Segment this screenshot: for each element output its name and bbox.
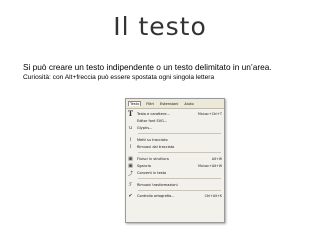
- flow-frame-icon: ▣: [128, 155, 133, 162]
- menubar-item-filtri[interactable]: Filtri: [145, 102, 155, 106]
- path-icon: ⌇: [129, 144, 132, 151]
- spellcheck-icon: ✔: [128, 193, 133, 200]
- menu-item[interactable]: ⤴ Converti in testo: [126, 170, 224, 177]
- menu-item-shortcut: Maiusc+Alt+W: [198, 164, 222, 169]
- menu-item-label: Fluisci in struttura: [137, 156, 169, 161]
- menubar-item-aiuto[interactable]: Aiuto: [183, 102, 194, 106]
- menu-item-shortcut: Maiusc+Ctrl+T: [198, 111, 222, 116]
- blank-icon: [127, 118, 134, 124]
- menu-item[interactable]: ⌇ Rimuovi dal tracciato: [126, 144, 224, 151]
- transform-icon: ℱ: [128, 181, 133, 188]
- menu-item-label: Rimuovi trasformazioni: [137, 182, 178, 187]
- menubar: Testo Filtri Estensioni Aiuto: [126, 99, 224, 109]
- text-menu-dropdown: T Testo e carattere... Maiusc+Ctrl+T Editor…: [126, 109, 224, 200]
- menu-item[interactable]: ✔ Controllo ortografia... Ctrl+Alt+K: [126, 193, 224, 200]
- convert-icon: ⤴: [127, 170, 133, 177]
- path-icon: ⌇: [129, 136, 132, 143]
- menubar-item-testo[interactable]: Testo: [128, 101, 142, 106]
- text-tool-icon: T: [127, 109, 134, 119]
- flow-frame-icon: ▣: [128, 163, 133, 170]
- menu-item-shortcut: Alt+W: [211, 156, 222, 161]
- menu-item[interactable]: T Testo e carattere... Maiusc+Ctrl+T: [126, 109, 224, 119]
- text-menu-screenshot: Testo Filtri Estensioni Aiuto T Testo e c…: [125, 98, 225, 223]
- menu-item-label: Metti su tracciato: [137, 137, 168, 142]
- menu-item[interactable]: ℱ Rimuovi trasformazioni: [126, 181, 224, 188]
- menu-item-label: Converti in testo: [137, 171, 167, 176]
- menu-item[interactable]: ▣ Sgancia Maiusc+Alt+W: [126, 162, 224, 169]
- menu-item-label: Rimuovi dal tracciato: [137, 145, 175, 150]
- menu-item-label: Controllo ortografia...: [137, 194, 175, 199]
- slide: Il testo Si può creare un testo indipend…: [0, 0, 320, 240]
- glyphs-icon: ꭒ: [128, 125, 133, 132]
- menu-item-label: Testo e carattere...: [137, 111, 170, 116]
- body-text-line-2: Curiosità: con Alt+freccia può essere sp…: [23, 74, 215, 81]
- menu-item-label: Editor font SVG...: [137, 119, 168, 124]
- menu-item[interactable]: Editor font SVG...: [126, 117, 224, 124]
- menubar-item-estensioni[interactable]: Estensioni: [159, 102, 179, 106]
- slide-title: Il testo: [113, 12, 207, 41]
- menu-item-shortcut: Ctrl+Alt+K: [204, 194, 222, 199]
- menu-item[interactable]: ▣ Fluisci in struttura Alt+W: [126, 155, 224, 162]
- menu-item[interactable]: ꭒ Glyphs...: [126, 125, 224, 132]
- body-text-line-1: Si può creare un testo indipendente o un…: [23, 62, 272, 72]
- menu-item-label: Glyphs...: [137, 126, 153, 131]
- menu-item-label: Sgancia: [137, 164, 151, 169]
- menu-item[interactable]: ⌇ Metti su tracciato: [126, 136, 224, 143]
